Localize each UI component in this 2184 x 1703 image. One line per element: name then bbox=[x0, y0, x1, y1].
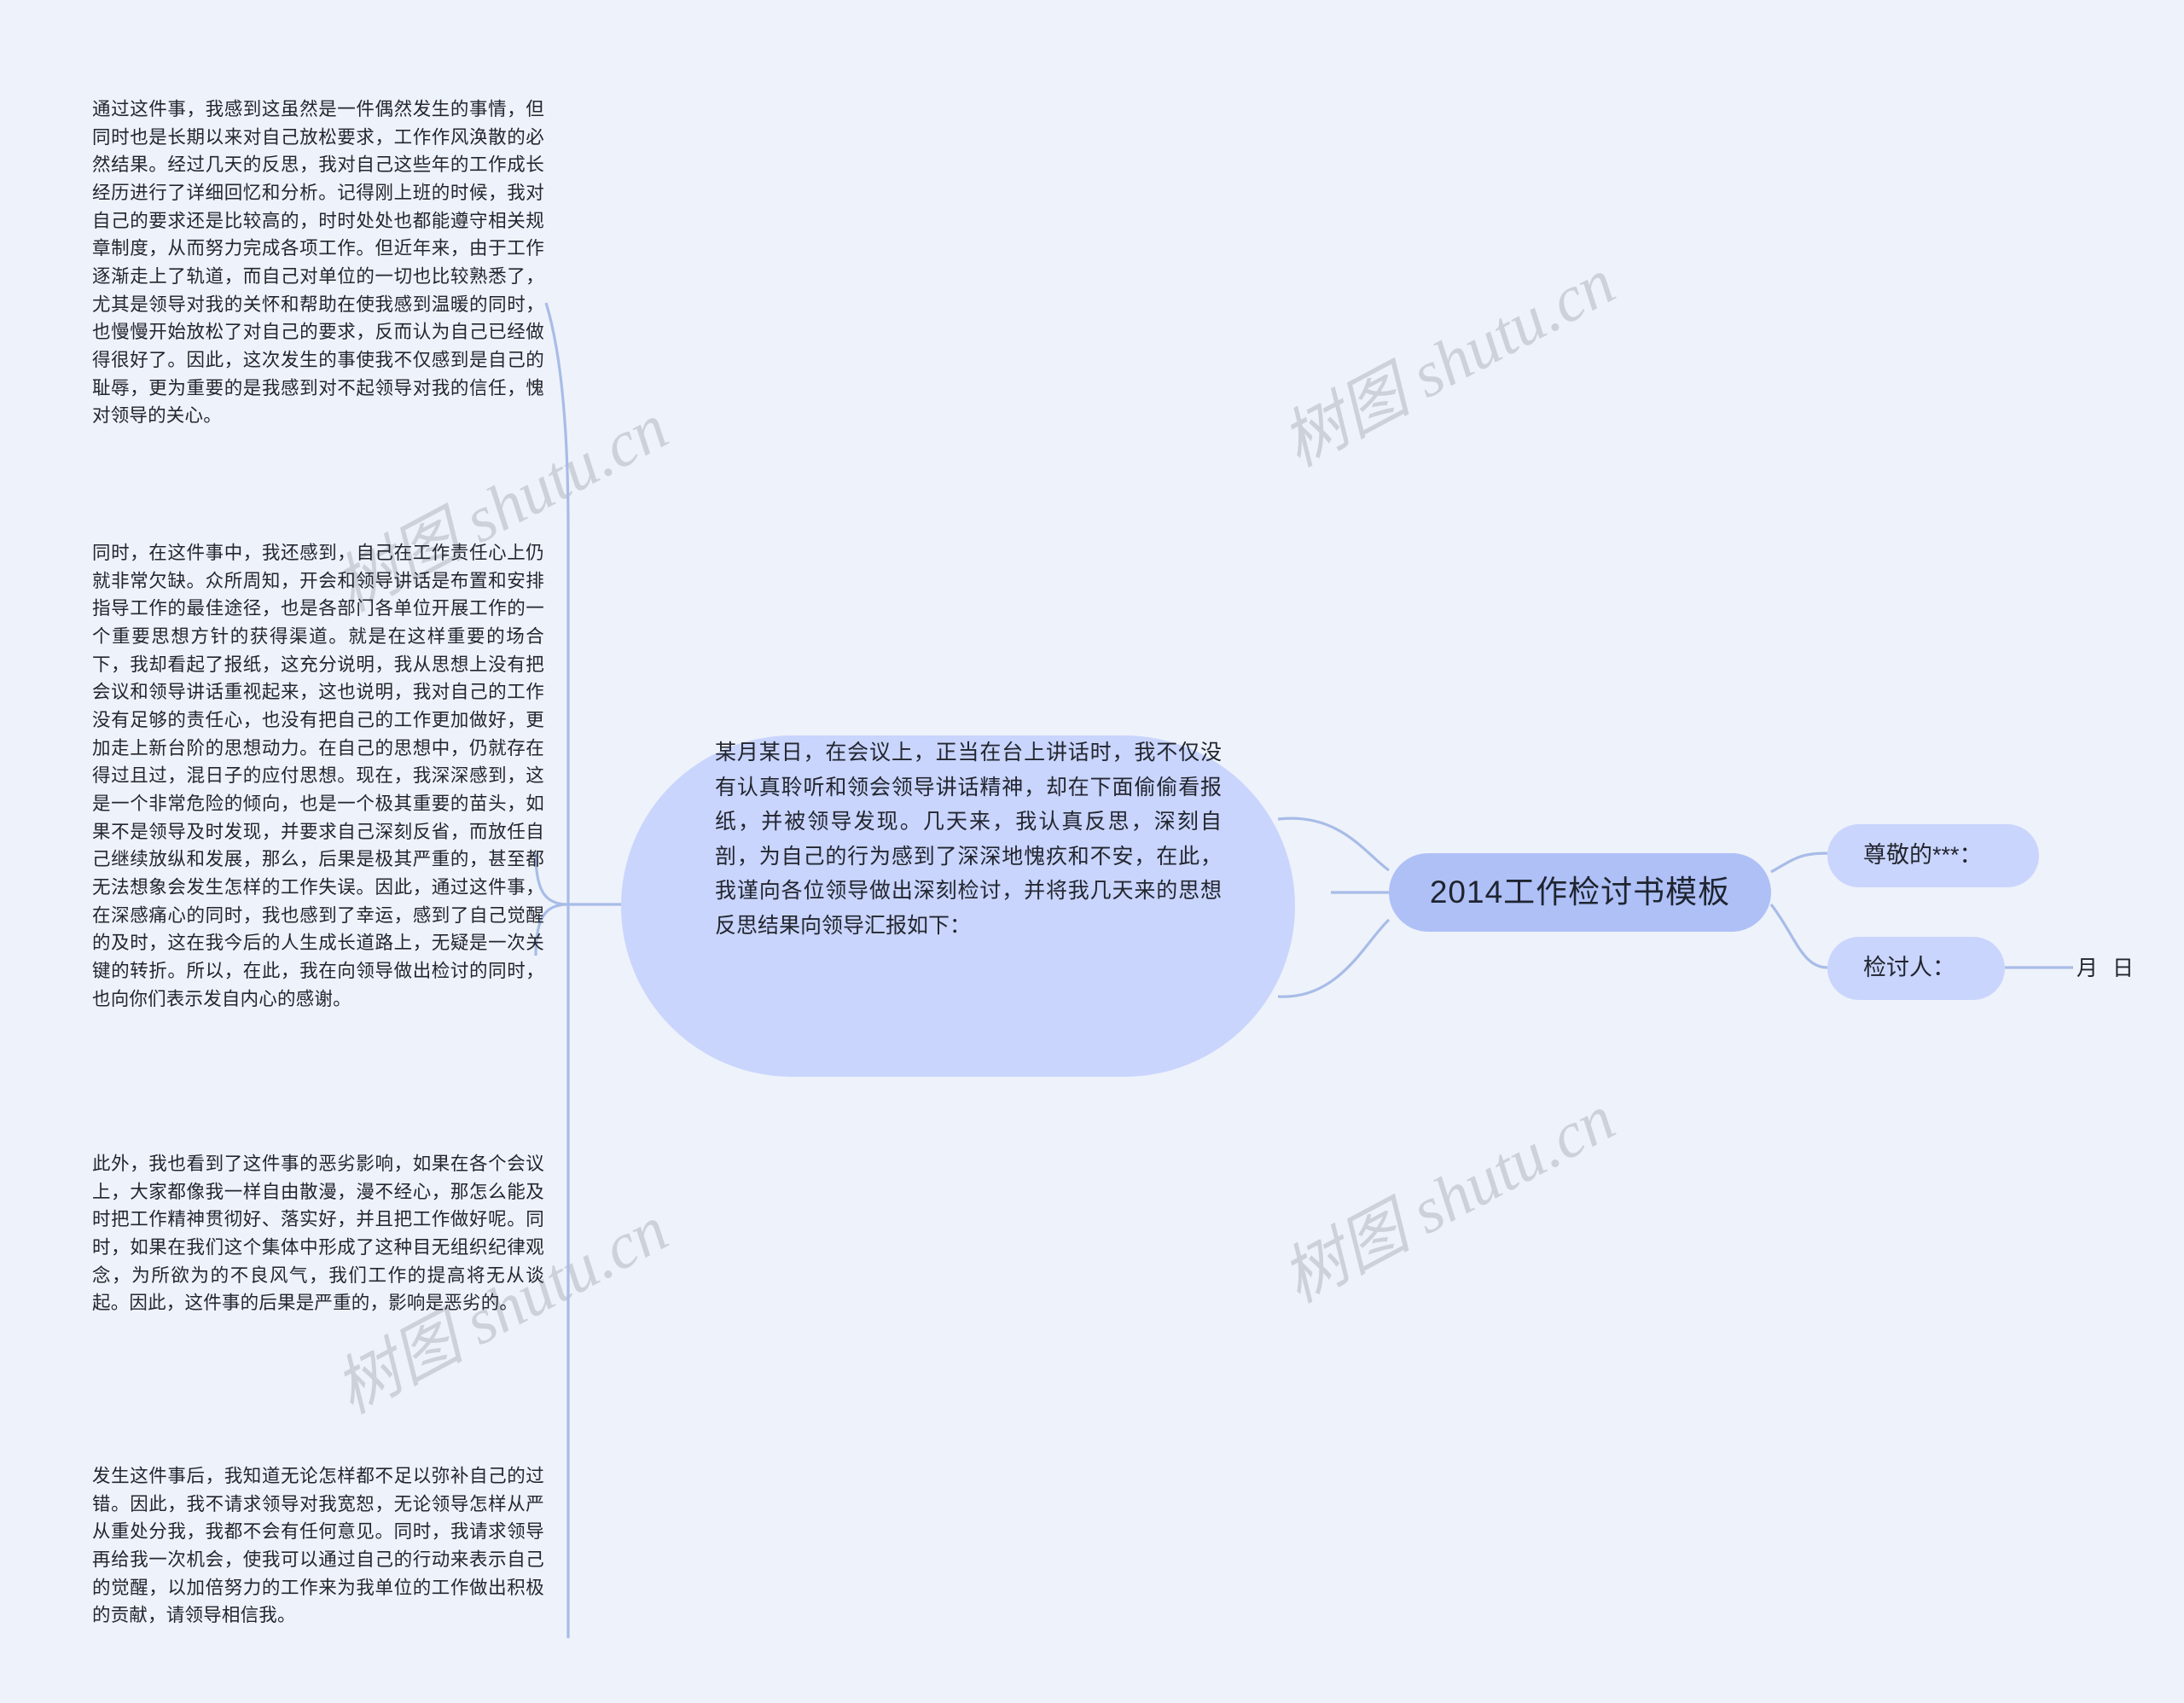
branch-text-date[interactable]: 月 日 bbox=[2077, 941, 2138, 996]
branch-text-paragraph-2[interactable]: 同时，在这件事中，我还感到，自己在工作责任心上仍就非常欠缺。众所周知，开会和领导… bbox=[92, 539, 544, 1013]
mindmap-canvas: 树图 shutu.cn 树图 shutu.cn 树图 shutu.cn 树图 s… bbox=[0, 0, 2184, 1703]
branch-node-salutation[interactable]: 尊敬的***： bbox=[1827, 824, 2039, 887]
watermark: 树图 shutu.cn bbox=[1270, 1082, 1626, 1316]
branch-text-paragraph-4[interactable]: 发生这件事后，我知道无论怎样都不足以弥补自己的过错。因此，我不请求领导对我宽恕，… bbox=[92, 1462, 544, 1630]
root-node-title[interactable]: 2014工作检讨书模板 bbox=[1389, 853, 1771, 932]
branch-text-paragraph-1[interactable]: 通过这件事，我感到这虽然是一件偶然发生的事情，但同时也是长期以来对自己放松要求，… bbox=[92, 96, 544, 430]
branch-node-opening-statement[interactable]: 某月某日，在会议上，正当在台上讲话时，我不仅没有认真聆听和领会领导讲话精神，却在… bbox=[621, 735, 1295, 1077]
branch-node-signature[interactable]: 检讨人： bbox=[1827, 937, 2005, 1000]
branch-text-paragraph-3[interactable]: 此外，我也看到了这件事的恶劣影响，如果在各个会议上，大家都像我一样自由散漫，漫不… bbox=[92, 1150, 544, 1317]
watermark: 树图 shutu.cn bbox=[1270, 246, 1626, 480]
